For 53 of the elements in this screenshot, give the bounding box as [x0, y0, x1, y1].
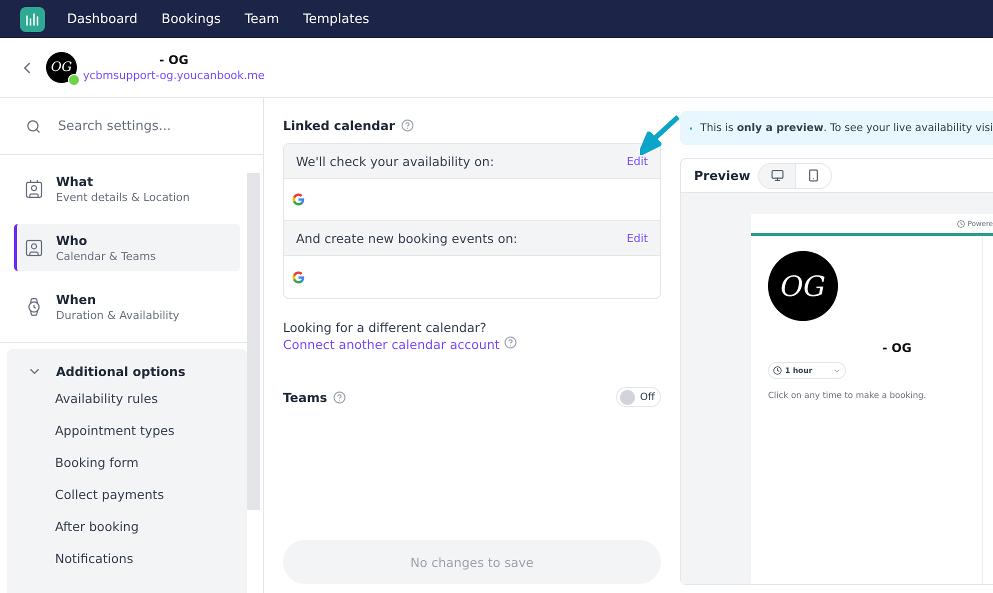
mobile-view-button[interactable]: [795, 164, 832, 188]
section-title: What: [56, 174, 94, 188]
help-icon[interactable]: [504, 336, 517, 349]
preview-title: Preview: [694, 168, 750, 183]
booking-page-link[interactable]: ycbmsupport-og.youcanbook.me: [83, 69, 265, 82]
calendar-note: Looking for a different calendar? Connect another calendar account: [283, 319, 661, 353]
section-title: When: [56, 292, 98, 306]
search-icon: [26, 118, 41, 134]
avatar-initials: OG: [50, 60, 72, 75]
section-subtitle: Event details & Location: [56, 190, 190, 204]
people-icon: [24, 238, 44, 258]
sidebar-option-link[interactable]: Collect payments: [7, 479, 247, 511]
avatar-initials: OG: [780, 270, 826, 302]
desktop-icon: [770, 169, 784, 182]
sidebar-option-link[interactable]: Appointment types: [7, 415, 247, 447]
app-logo[interactable]: [20, 6, 45, 32]
mobile-icon: [807, 169, 820, 182]
nav-link[interactable]: Dashboard: [67, 12, 138, 26]
scrollbar[interactable]: [247, 173, 260, 510]
section-subtitle: Duration & Availability: [56, 308, 180, 322]
notice-text: This is only a preview. To see your live availability visi: [700, 122, 993, 134]
section-heading: Teams: [283, 390, 328, 404]
section-heading: Linked calendar: [283, 118, 395, 133]
desktop-view-button[interactable]: [759, 164, 796, 188]
sidebar-section-item[interactable]: Who Calendar & Teams: [14, 224, 240, 271]
calendar-row-label: And create new booking events on:: [296, 230, 518, 246]
card-icon: [24, 178, 44, 198]
nav-link[interactable]: Templates: [303, 12, 370, 26]
google-icon: [292, 193, 305, 206]
help-icon[interactable]: [333, 390, 346, 404]
sidebar-option-link[interactable]: Availability rules: [7, 383, 247, 415]
sidebar-option-link[interactable]: Notifications: [7, 543, 247, 575]
edit-link[interactable]: Edit: [626, 154, 648, 168]
help-icon[interactable]: [400, 119, 414, 132]
teams-toggle[interactable]: Off: [616, 387, 661, 407]
section-subtitle: Calendar & Teams: [56, 250, 156, 262]
pointer-arrow: [640, 115, 680, 155]
sidebar-option-link[interactable]: After booking: [7, 511, 247, 543]
calendar-row-label: We'll check your availability on:: [296, 154, 494, 168]
page-title: - OG: [158, 53, 190, 67]
additional-options-toggle[interactable]: Additional options: [7, 359, 186, 383]
google-icon: [292, 270, 305, 284]
section-title: Who: [56, 232, 88, 248]
sidebar-option-link[interactable]: Booking form: [7, 447, 247, 479]
nav-link[interactable]: Bookings: [162, 12, 221, 26]
clock-icon: [773, 366, 782, 375]
booking-hint: Click on any time to make a booking.: [768, 391, 928, 401]
nav-link[interactable]: Team: [244, 12, 280, 26]
edit-link[interactable]: Edit: [626, 232, 648, 244]
sidebar-section-item[interactable]: What Event details & Location: [14, 165, 240, 212]
connect-calendar-link[interactable]: Connect another calendar account: [283, 337, 500, 352]
host-name: - OG: [882, 341, 912, 355]
sidebar-section-item[interactable]: When Duration & Availability: [14, 283, 240, 330]
